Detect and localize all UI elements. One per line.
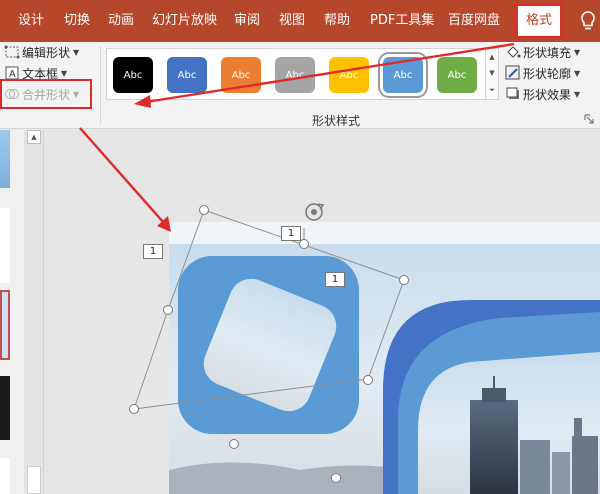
rotate-handle-icon[interactable] — [305, 203, 325, 221]
selection-order-badge: 1 — [143, 244, 163, 259]
selection-order-badge: 1 — [281, 226, 301, 241]
slide-overlay — [79, 42, 600, 494]
annotation-arrow — [134, 42, 515, 108]
selection-order-badge: 1 — [325, 272, 345, 287]
annotation-arrow — [79, 127, 171, 232]
